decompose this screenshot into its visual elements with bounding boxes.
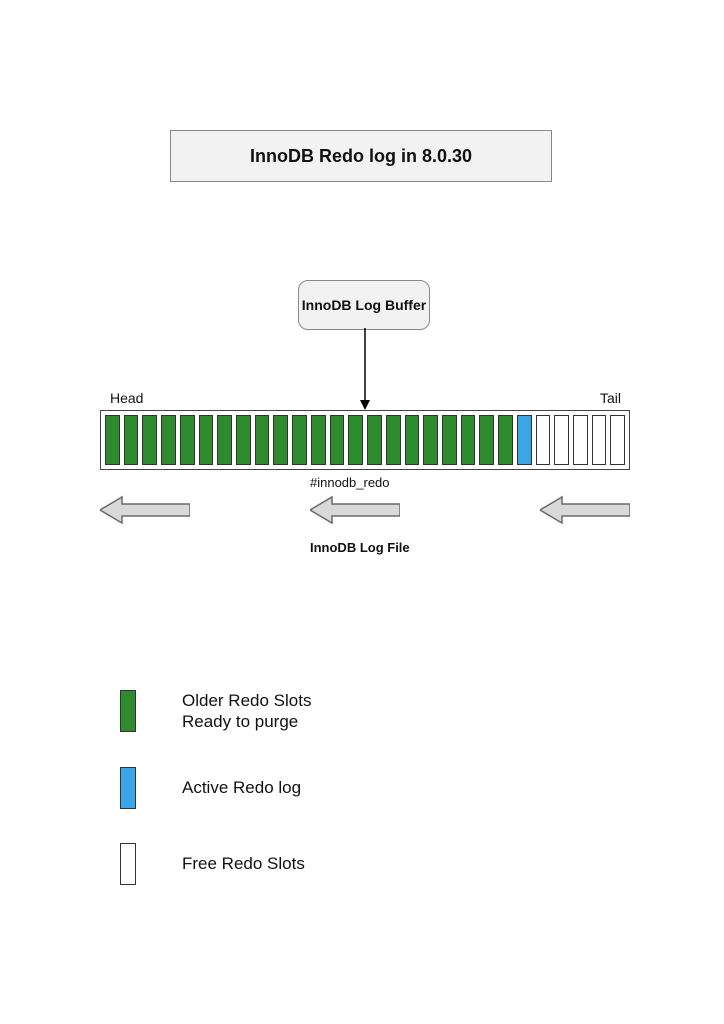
- redo-slot-older: [124, 415, 139, 465]
- legend-text-free: Free Redo Slots: [182, 853, 305, 874]
- log-buffer-box: InnoDB Log Buffer: [298, 280, 430, 330]
- head-label: Head: [110, 390, 143, 406]
- redo-slot-free: [573, 415, 588, 465]
- legend-swatch-free: [120, 843, 136, 885]
- redo-slot-older: [199, 415, 214, 465]
- redo-slot-free: [536, 415, 551, 465]
- legend-row-older: Older Redo SlotsReady to purge: [120, 690, 311, 733]
- redo-slot-older: [348, 415, 363, 465]
- redo-slot-older: [236, 415, 251, 465]
- redo-slot-older: [405, 415, 420, 465]
- redo-slot-older: [311, 415, 326, 465]
- redo-slot-older: [330, 415, 345, 465]
- down-arrow-icon: [360, 328, 370, 410]
- legend-row-free: Free Redo Slots: [120, 843, 311, 885]
- redo-slot-older: [180, 415, 195, 465]
- redo-slot-older: [479, 415, 494, 465]
- flow-arrow-mid-icon: [310, 495, 400, 525]
- tail-label: Tail: [600, 390, 621, 406]
- redo-slot-older: [105, 415, 120, 465]
- redo-slot-container: [100, 410, 630, 470]
- legend: Older Redo SlotsReady to purge Active Re…: [120, 690, 311, 919]
- legend-swatch-older: [120, 690, 136, 732]
- redo-slot-free: [554, 415, 569, 465]
- legend-row-active: Active Redo log: [120, 767, 311, 809]
- redo-slot-active: [517, 415, 532, 465]
- redo-slot-older: [142, 415, 157, 465]
- innodb-redo-label: #innodb_redo: [310, 475, 390, 490]
- legend-text-active: Active Redo log: [182, 777, 301, 798]
- redo-slot-free: [610, 415, 625, 465]
- redo-slot-free: [592, 415, 607, 465]
- redo-slot-older: [255, 415, 270, 465]
- flow-arrow-right-icon: [540, 495, 630, 525]
- redo-slot-older: [461, 415, 476, 465]
- redo-slot-older: [423, 415, 438, 465]
- redo-slot-older: [292, 415, 307, 465]
- redo-slot-older: [367, 415, 382, 465]
- redo-slot-older: [386, 415, 401, 465]
- redo-slot-older: [498, 415, 513, 465]
- redo-slot-older: [442, 415, 457, 465]
- flow-arrow-left-icon: [100, 495, 190, 525]
- log-buffer-label: InnoDB Log Buffer: [302, 297, 426, 314]
- redo-slot-older: [217, 415, 232, 465]
- log-file-label: InnoDB Log File: [310, 540, 410, 555]
- redo-slot-older: [161, 415, 176, 465]
- title-text: InnoDB Redo log in 8.0.30: [250, 146, 472, 167]
- redo-slot-older: [273, 415, 288, 465]
- legend-swatch-active: [120, 767, 136, 809]
- legend-text-older: Older Redo SlotsReady to purge: [182, 690, 311, 733]
- title-box: InnoDB Redo log in 8.0.30: [170, 130, 552, 182]
